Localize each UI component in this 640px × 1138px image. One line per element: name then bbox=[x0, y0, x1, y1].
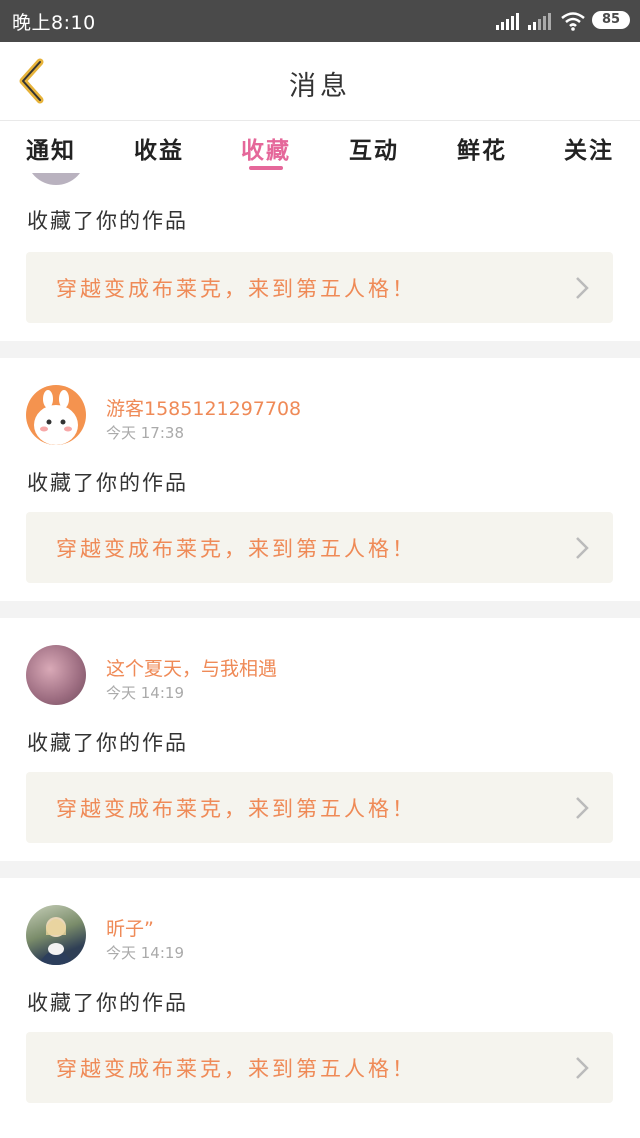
status-bar: 晚上8:10 85 bbox=[0, 0, 640, 42]
user-name[interactable]: 游客1585121297708 bbox=[106, 394, 301, 421]
tab-notifications[interactable]: 通知 bbox=[26, 131, 76, 165]
chevron-right-icon bbox=[576, 797, 589, 819]
avatar[interactable] bbox=[26, 173, 86, 185]
action-text: 收藏了你的作品 bbox=[27, 731, 188, 755]
action-text: 收藏了你的作品 bbox=[27, 991, 188, 1015]
page-title: 消息 bbox=[289, 71, 351, 102]
action-text: 收藏了你的作品 bbox=[27, 209, 188, 233]
avatar[interactable] bbox=[26, 905, 86, 965]
status-time: 晚上8:10 bbox=[12, 12, 96, 34]
timestamp: 今天 14:19 bbox=[106, 684, 184, 702]
work-title: 穿越变成布莱克，来到第五人格！ bbox=[56, 537, 416, 561]
message-list[interactable]: 收藏了你的作品 穿越变成布莱克，来到第五人格！ 游客1585121297708 … bbox=[0, 173, 640, 1138]
tab-earnings[interactable]: 收益 bbox=[134, 131, 184, 165]
tab-favorites[interactable]: 收藏 bbox=[241, 131, 291, 165]
user-name[interactable]: 这个夏天，与我相遇 bbox=[106, 654, 277, 681]
bunny-avatar-icon bbox=[34, 390, 78, 445]
list-item: 游客1585121297708 今天 17:38 收藏了你的作品 穿越变成布莱克… bbox=[0, 358, 640, 601]
battery-indicator: 85 bbox=[592, 11, 630, 29]
tab-flowers[interactable]: 鲜花 bbox=[457, 131, 507, 165]
tab-interactions[interactable]: 互动 bbox=[349, 131, 399, 165]
work-link[interactable]: 穿越变成布莱克，来到第五人格！ bbox=[26, 772, 613, 843]
list-item: 收藏了你的作品 穿越变成布莱克，来到第五人格！ bbox=[0, 173, 640, 341]
signal-icon-2 bbox=[528, 13, 551, 30]
list-item: 昕子” 今天 14:19 收藏了你的作品 穿越变成布莱克，来到第五人格！ bbox=[0, 878, 640, 1138]
tab-follows[interactable]: 关注 bbox=[564, 131, 614, 165]
work-title: 穿越变成布莱克，来到第五人格！ bbox=[56, 1057, 416, 1081]
work-link[interactable]: 穿越变成布莱克，来到第五人格！ bbox=[26, 512, 613, 583]
avatar[interactable] bbox=[26, 645, 86, 705]
user-name[interactable]: 昕子” bbox=[106, 914, 154, 941]
action-text: 收藏了你的作品 bbox=[27, 471, 188, 495]
avatar[interactable] bbox=[26, 385, 86, 445]
chevron-right-icon bbox=[576, 277, 589, 299]
work-link[interactable]: 穿越变成布莱克，来到第五人格！ bbox=[26, 1032, 613, 1103]
list-item: 这个夏天，与我相遇 今天 14:19 收藏了你的作品 穿越变成布莱克，来到第五人… bbox=[0, 618, 640, 861]
work-title: 穿越变成布莱克，来到第五人格！ bbox=[56, 277, 416, 301]
app-header: 消息 bbox=[0, 42, 640, 121]
signal-icon bbox=[496, 13, 519, 30]
work-link[interactable]: 穿越变成布莱克，来到第五人格！ bbox=[26, 252, 613, 323]
timestamp: 今天 17:38 bbox=[106, 424, 184, 442]
tab-bar: 通知 收益 收藏 互动 鲜花 关注 bbox=[0, 121, 640, 173]
chevron-right-icon bbox=[576, 537, 589, 559]
active-tab-indicator bbox=[249, 166, 283, 170]
timestamp: 今天 14:19 bbox=[106, 944, 184, 962]
wifi-icon bbox=[561, 12, 585, 31]
person-photo-icon bbox=[38, 917, 74, 965]
chevron-right-icon bbox=[576, 1057, 589, 1079]
work-title: 穿越变成布莱克，来到第五人格！ bbox=[56, 797, 416, 821]
